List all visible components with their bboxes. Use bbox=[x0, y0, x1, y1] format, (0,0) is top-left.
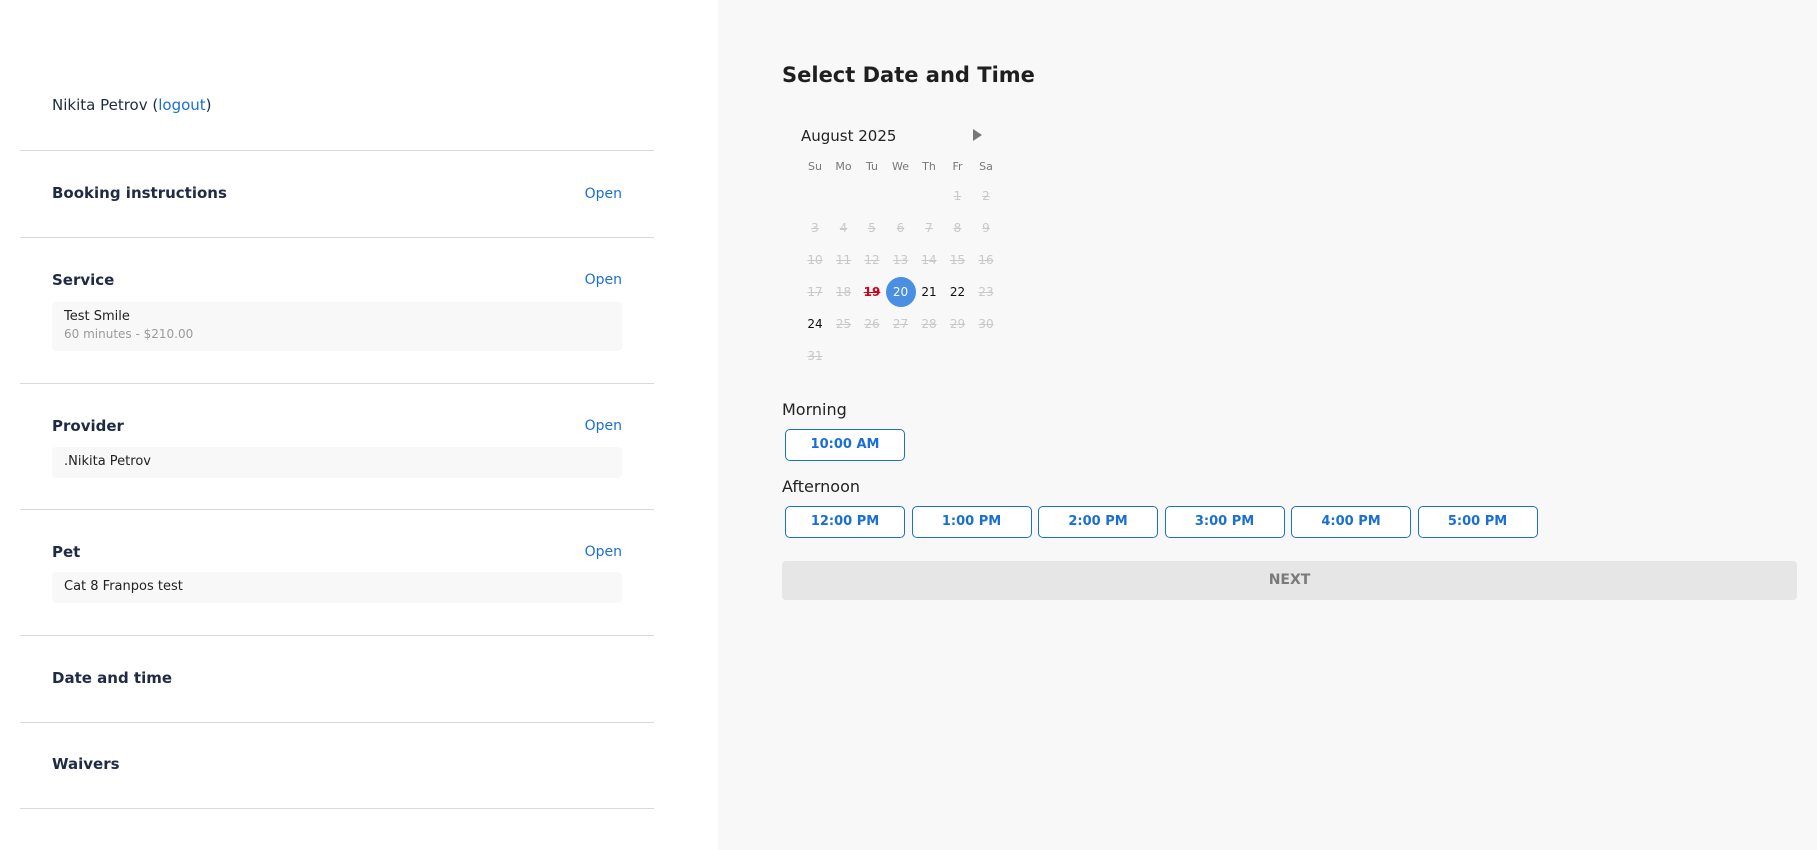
calendar-day: 3 bbox=[811, 221, 819, 235]
calendar-day: 1 bbox=[953, 189, 962, 203]
time-slot-button[interactable]: 5:00 PM bbox=[1417, 506, 1538, 538]
section-title: Provider bbox=[52, 417, 124, 435]
calendar-day: 28 bbox=[921, 317, 937, 331]
calendar-day: 26 bbox=[864, 317, 880, 331]
calendar-day: 12 bbox=[864, 253, 880, 267]
weekday-label: Su bbox=[808, 160, 822, 173]
calendar-day: 30 bbox=[978, 317, 994, 331]
user-name: Nikita Petrov bbox=[52, 96, 148, 114]
calendar-day: 23 bbox=[978, 285, 994, 299]
service-name: Test Smile bbox=[64, 309, 130, 324]
calendar-day: 17 bbox=[807, 285, 823, 299]
next-month-arrow-icon[interactable] bbox=[973, 129, 982, 141]
service-card: Test Smile 60 minutes - $210.00 bbox=[52, 302, 622, 351]
calendar-day: 7 bbox=[925, 221, 933, 235]
service-detail: 60 minutes - $210.00 bbox=[64, 327, 194, 341]
section-booking-instructions: Booking instructions Open bbox=[20, 150, 654, 237]
open-service-link[interactable]: Open bbox=[585, 272, 622, 288]
section-title: Service bbox=[52, 271, 115, 289]
calendar-day: 29 bbox=[949, 317, 966, 331]
logout-link[interactable]: logout bbox=[158, 96, 205, 114]
open-pet-link[interactable]: Open bbox=[585, 544, 622, 560]
calendar-day: 9 bbox=[982, 221, 990, 235]
calendar-day-selected[interactable]: 20 bbox=[885, 277, 916, 307]
open-booking-instructions-link[interactable]: Open bbox=[585, 186, 622, 202]
calendar-day[interactable]: 24 bbox=[801, 310, 829, 338]
pet-card: Cat 8 Franpos test bbox=[52, 572, 622, 603]
section-waivers: Waivers bbox=[20, 722, 654, 809]
next-button[interactable]: NEXT bbox=[782, 561, 1797, 600]
section-provider: Provider Open .Nikita Petrov bbox=[20, 383, 654, 509]
provider-name: .Nikita Petrov bbox=[64, 454, 151, 469]
weekday-label: Sa bbox=[979, 160, 993, 173]
section-title: Date and time bbox=[52, 669, 173, 687]
calendar-day[interactable]: 21 bbox=[915, 278, 943, 306]
calendar-day: 15 bbox=[949, 253, 966, 267]
open-provider-link[interactable]: Open bbox=[585, 418, 622, 434]
calendar: August 2025 Su Mo Tu We Th Fr Sa 1 2 3 4 5 6 7 8 9 10 11… bbox=[782, 122, 994, 363]
calendar-day: 16 bbox=[978, 253, 994, 267]
calendar-day: 27 bbox=[892, 317, 909, 331]
provider-card: .Nikita Petrov bbox=[52, 447, 622, 478]
month-label: August 2025 bbox=[801, 127, 897, 145]
time-slot-button[interactable]: 4:00 PM bbox=[1291, 506, 1411, 538]
time-slot-button[interactable]: 1:00 PM bbox=[911, 506, 1032, 538]
time-slot-button[interactable]: 2:00 PM bbox=[1038, 506, 1158, 538]
afternoon-label: Afternoon bbox=[782, 477, 860, 496]
booking-sidebar: Nikita Petrov (logout) Booking instructi… bbox=[0, 0, 718, 850]
section-pet: Pet Open Cat 8 Franpos test bbox=[20, 509, 654, 635]
pet-name: Cat 8 Franpos test bbox=[64, 579, 183, 594]
calendar-day: 2 bbox=[982, 189, 990, 203]
morning-label: Morning bbox=[782, 400, 847, 419]
calendar-day: 4 bbox=[839, 221, 848, 235]
calendar-day: 10 bbox=[807, 253, 823, 267]
calendar-day[interactable]: 22 bbox=[944, 278, 972, 306]
time-slot-button[interactable]: 12:00 PM bbox=[785, 506, 905, 538]
calendar-day: 11 bbox=[835, 253, 852, 267]
time-slot-button[interactable]: 10:00 AM bbox=[785, 429, 905, 461]
weekday-label: Fr bbox=[952, 160, 963, 173]
booking-page: Nikita Petrov (logout) Booking instructi… bbox=[0, 0, 1817, 850]
section-title: Pet bbox=[52, 543, 81, 561]
weekday-label: We bbox=[892, 160, 909, 173]
calendar-day: 19 bbox=[863, 285, 881, 299]
section-date-and-time: Date and time bbox=[20, 635, 654, 722]
calendar-day: 18 bbox=[835, 285, 852, 299]
calendar-day: 31 bbox=[807, 349, 823, 363]
weekday-label: Th bbox=[922, 160, 936, 173]
section-service: Service Open Test Smile 60 minutes - $21… bbox=[20, 237, 654, 383]
user-line: Nikita Petrov (logout) bbox=[52, 96, 212, 114]
calendar-day: 25 bbox=[835, 317, 852, 331]
calendar-day: 8 bbox=[953, 221, 962, 235]
weekday-label: Mo bbox=[835, 160, 852, 173]
page-title: Select Date and Time bbox=[782, 63, 1035, 87]
calendar-day: 13 bbox=[892, 253, 909, 267]
section-title: Booking instructions bbox=[52, 184, 227, 202]
calendar-day: 5 bbox=[868, 221, 876, 235]
date-time-panel: Select Date and Time August 2025 Su Mo Tu W… bbox=[718, 0, 1817, 850]
calendar-header: August 2025 bbox=[782, 122, 982, 152]
section-title: Waivers bbox=[52, 755, 120, 773]
time-slot-button[interactable]: 3:00 PM bbox=[1164, 506, 1285, 538]
weekday-label: Tu bbox=[865, 160, 879, 173]
calendar-day: 6 bbox=[896, 221, 905, 235]
calendar-day: 14 bbox=[921, 253, 937, 267]
